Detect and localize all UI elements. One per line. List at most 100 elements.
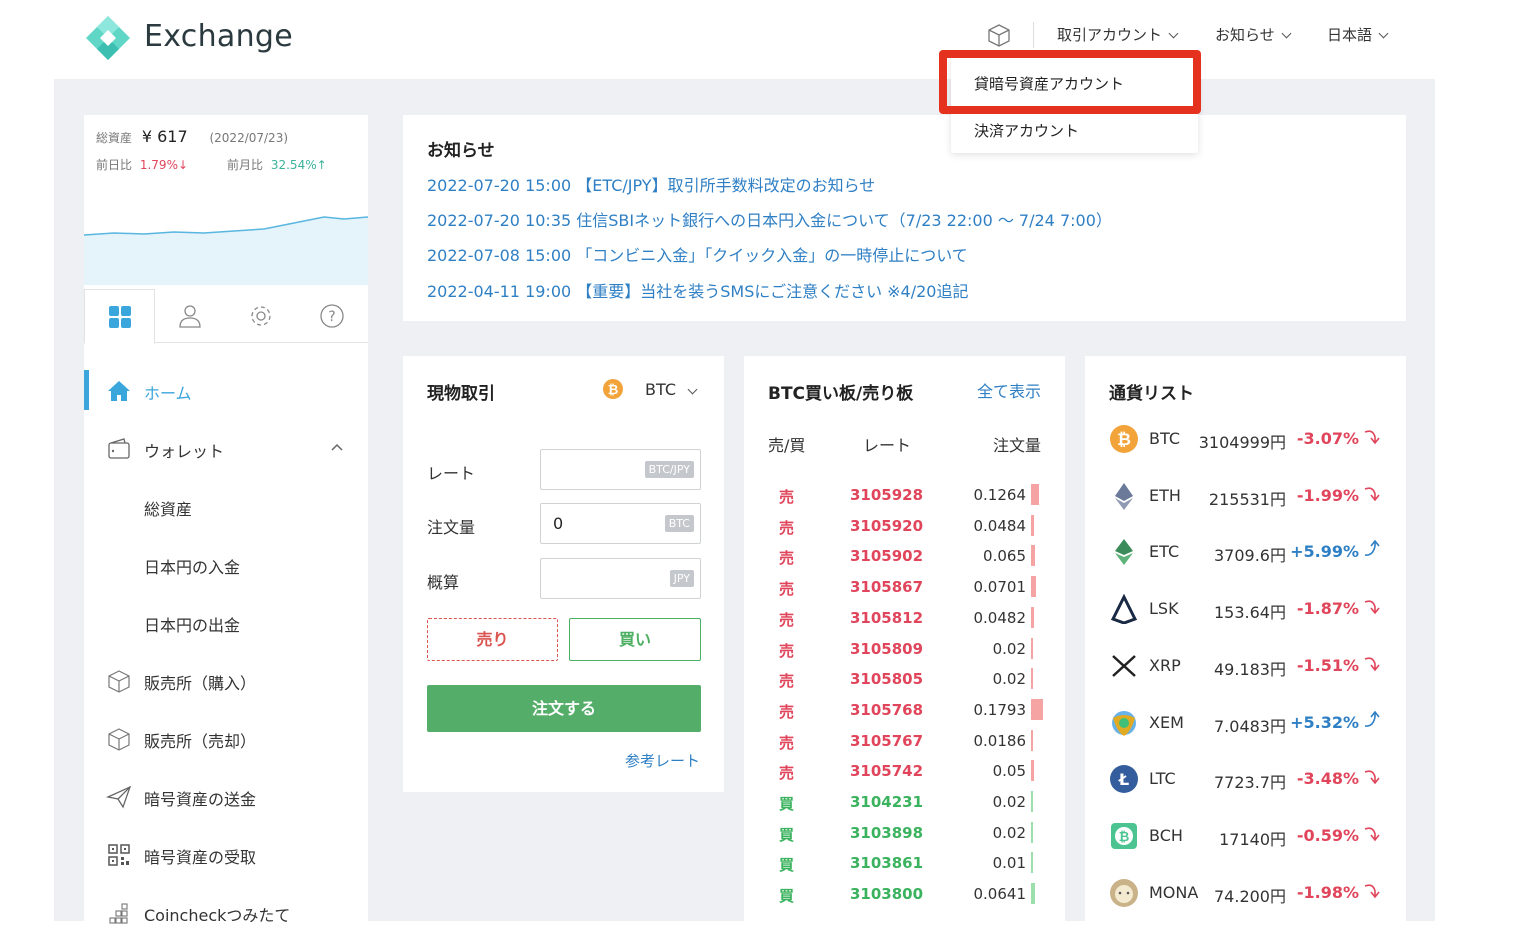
- currency-change: -1.87%: [1296, 599, 1359, 619]
- nem-icon: [1112, 710, 1136, 736]
- order-book-title: BTC買い板/売り板: [768, 384, 914, 404]
- month-change-label: 前月比: [227, 158, 264, 172]
- day-change-line: 前日比 1.79%↓: [96, 156, 188, 173]
- nav-item-tsumitate[interactable]: Coincheckつみたて: [84, 892, 368, 932]
- total-assets-value: ¥ 617: [141, 127, 188, 146]
- nav-label: 日本円の出金: [144, 616, 241, 635]
- currency-list-panel: 通貨リスト ₿ BTC 3104999円 -3.07% ETH 215531円 -1.99%…: [1085, 356, 1406, 921]
- dropdown-item-settlement-account[interactable]: 決済アカウント: [974, 120, 1079, 141]
- order-volume-bar: [1031, 668, 1033, 690]
- monacoin-icon: [1110, 878, 1138, 907]
- currency-symbol: BCH: [1149, 825, 1183, 845]
- currency-row[interactable]: ₿ BCH 17140円 -0.59%: [1085, 813, 1405, 857]
- order-volume-bar: [1031, 637, 1033, 659]
- news-link[interactable]: 2022-07-08 15:00 「コンビニ入金」「クイック入金」の一時停止につ…: [427, 242, 968, 266]
- quantity-input[interactable]: 0 BTC: [540, 503, 701, 544]
- currency-row[interactable]: LSK 153.64円 -1.87%: [1085, 586, 1405, 630]
- trend-down-arrow-icon: [1364, 770, 1380, 785]
- reference-rate-link[interactable]: 参考レート: [625, 750, 700, 771]
- col-rate-header: レート: [863, 436, 912, 455]
- nav-item-jpy-deposit[interactable]: 日本円の入金: [84, 544, 368, 584]
- nav-item-total-assets[interactable]: 総資産: [84, 486, 368, 526]
- help-icon[interactable]: ?: [319, 303, 345, 329]
- currency-row[interactable]: XRP 49.183円 -1.51%: [1085, 643, 1405, 687]
- news-menu[interactable]: お知らせ: [1215, 24, 1292, 45]
- trend-down-arrow-icon: [1364, 657, 1380, 672]
- order-book-row[interactable]: 売 3105742 0.05: [744, 756, 1064, 786]
- order-side: 売: [779, 764, 795, 783]
- nav-item-buy[interactable]: 販売所（購入）: [84, 660, 368, 700]
- nav-item-wallet[interactable]: ウォレット: [84, 428, 368, 468]
- currency-price: 17140円: [1219, 829, 1286, 849]
- sell-button[interactable]: 売り: [427, 618, 558, 661]
- order-book-row[interactable]: 売 3105809 0.02: [744, 634, 1064, 664]
- rate-unit-badge: BTC/JPY: [644, 461, 694, 478]
- order-book-row[interactable]: 売 3105867 0.0701: [744, 572, 1064, 602]
- order-volume-bar: [1031, 821, 1033, 843]
- order-book-row[interactable]: 買 3103800 0.0641: [744, 879, 1064, 909]
- chevron-down-icon: [1168, 28, 1179, 39]
- order-book-row[interactable]: 売 3105812 0.0482: [744, 603, 1064, 633]
- spot-trade-title: 現物取引: [427, 384, 495, 404]
- news-link[interactable]: 2022-04-11 19:00 【重要】当社を装うSMSにご注意ください ※4…: [427, 278, 969, 302]
- quantity-unit-badge: BTC: [664, 515, 694, 532]
- order-book-row[interactable]: 買 3104231 0.02: [744, 787, 1064, 817]
- news-link[interactable]: 2022-07-20 15:00 【ETC/JPY】取引所手数料改定のお知らせ: [427, 172, 875, 196]
- month-change-value: 32.54%↑: [270, 158, 327, 172]
- nav-item-sell[interactable]: 販売所（売却）: [84, 718, 368, 758]
- header-divider: [1033, 22, 1034, 48]
- currency-row[interactable]: ₿ BTC 3104999円 -3.07%: [1085, 416, 1405, 460]
- col-qty-header: 注文量: [992, 436, 1041, 455]
- tab-dashboard[interactable]: [84, 289, 155, 344]
- chevron-up-icon[interactable]: [330, 440, 344, 454]
- currency-row[interactable]: MONA 74.200円 -1.98%: [1085, 870, 1405, 914]
- cube-icon[interactable]: [986, 22, 1012, 48]
- order-book-row[interactable]: 買 3103861 0.01: [744, 848, 1064, 878]
- show-all-link[interactable]: 全て表示: [977, 378, 1041, 402]
- order-book-row[interactable]: 買 3103898 0.02: [744, 818, 1064, 848]
- currency-row[interactable]: Ł LTC 7723.7円 -3.48%: [1085, 756, 1405, 800]
- ethereum-icon: [1115, 482, 1133, 510]
- estimate-label: 概算: [427, 573, 460, 592]
- news-link[interactable]: 2022-07-20 10:35 住信SBIネット銀行への日本円入金について（7…: [427, 207, 1112, 231]
- wallet-icon: [108, 438, 130, 459]
- sidebar-tabbar: ?: [84, 289, 368, 344]
- place-order-button[interactable]: 注文する: [427, 685, 701, 732]
- order-price: 3105768: [850, 700, 924, 719]
- col-side-header: 売/買: [768, 436, 806, 455]
- rate-input[interactable]: BTC/JPY: [540, 449, 701, 490]
- nav-item-jpy-withdraw[interactable]: 日本円の出金: [84, 602, 368, 642]
- order-book-row[interactable]: 売 3105902 0.065: [744, 541, 1064, 571]
- currency-row[interactable]: ETH 215531円 -1.99%: [1085, 473, 1405, 517]
- exchange-logo-icon[interactable]: [84, 14, 132, 62]
- order-volume-bar: [1031, 791, 1033, 812]
- news-title: お知らせ: [427, 141, 495, 161]
- gear-icon[interactable]: [248, 303, 274, 329]
- order-side: 売: [779, 549, 795, 568]
- order-volume-bar: [1031, 606, 1034, 628]
- currency-price: 3104999円: [1198, 433, 1286, 452]
- account-menu[interactable]: 取引アカウント: [1057, 24, 1179, 45]
- order-price: 3103898: [850, 823, 924, 842]
- user-icon[interactable]: [177, 303, 203, 329]
- order-volume-bar: [1031, 484, 1039, 505]
- nav-label: 暗号資産の送金: [144, 790, 257, 809]
- nav-item-home[interactable]: ホーム: [84, 370, 368, 410]
- currency-row[interactable]: XEM 7.0483円 +5.32%: [1085, 700, 1405, 744]
- order-book-row[interactable]: 売 3105768 0.1793: [744, 695, 1064, 725]
- currency-row[interactable]: ETC 3709.6円 +5.99%: [1085, 529, 1405, 573]
- nav-item-send[interactable]: 暗号資産の送金: [84, 776, 368, 816]
- logo-text[interactable]: Exchange: [144, 19, 293, 54]
- buy-button[interactable]: 買い: [569, 618, 701, 661]
- estimate-input[interactable]: JPY: [540, 558, 701, 599]
- nav-label: 日本円の入金: [144, 558, 241, 577]
- language-menu[interactable]: 日本語: [1327, 24, 1389, 45]
- currency-price: 215531円: [1208, 489, 1286, 509]
- order-book-row[interactable]: 売 3105920 0.0484: [744, 511, 1064, 541]
- currency-price: 3709.6円: [1214, 546, 1286, 566]
- nav-label: ホーム: [144, 384, 192, 403]
- order-book-row[interactable]: 売 3105805 0.02: [744, 664, 1064, 694]
- nav-item-receive[interactable]: 暗号資産の受取: [84, 834, 368, 874]
- order-book-row[interactable]: 売 3105767 0.0186: [744, 726, 1064, 756]
- order-book-row[interactable]: 売 3105928 0.1264: [744, 480, 1064, 510]
